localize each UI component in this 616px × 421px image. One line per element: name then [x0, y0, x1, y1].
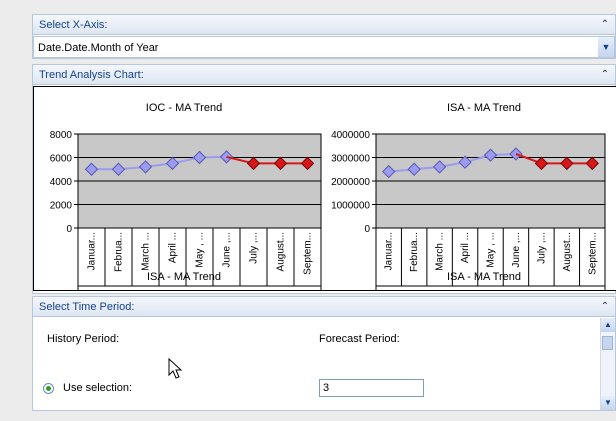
double-chevron-up-icon[interactable]: ⌃ — [595, 65, 615, 85]
x-tick-label: March ... — [435, 232, 446, 271]
y-tick-label: 8000 — [50, 130, 73, 141]
x-tick-label: Februa... — [114, 232, 125, 272]
mouse-cursor-icon — [168, 358, 183, 379]
y-tick-label: 2000 — [50, 201, 73, 212]
x-tick-label: May , ... — [486, 232, 497, 268]
chart-area: IOC - MA Trend 0 2000 4000 6000 8000 Januar...… — [33, 86, 616, 291]
chart-title: ISA - MA Trend — [447, 102, 521, 114]
double-chevron-up-icon[interactable]: ⌃ — [595, 15, 615, 35]
trend-chart-panel-title: Trend Analysis Chart: — [39, 69, 144, 81]
chart-title: IOC - MA Trend — [146, 102, 222, 114]
y-tick-label: 4000 — [50, 177, 73, 188]
x-tick-label: Septem... — [587, 232, 598, 275]
x-axis-dropdown[interactable]: Date.Date.Month of Year ▼ — [33, 36, 615, 58]
y-tick-label: 0 — [66, 224, 72, 235]
x-tick-label: May , ... — [195, 232, 206, 268]
forecast-period-label: Forecast Period: — [319, 333, 400, 345]
x-tick-label: July ,... — [536, 232, 547, 264]
y-tick-label: 0 — [364, 224, 370, 235]
x-tick-label: Septem... — [303, 232, 314, 275]
x-tick-label: July ,... — [249, 232, 260, 264]
chevron-down-icon[interactable]: ▼ — [598, 37, 614, 57]
y-tick-label: 3000000 — [331, 154, 370, 165]
use-selection-label: Use selection: — [63, 382, 133, 394]
x-tick-label: June ,... — [511, 232, 522, 268]
x-axis-panel-header[interactable]: Select X-Axis: ⌃ — [33, 15, 615, 35]
y-tick-label: 4000000 — [331, 130, 370, 141]
scroll-thumb[interactable] — [602, 336, 613, 350]
x-tick-label: August... — [562, 232, 573, 271]
time-period-panel: Select Time Period: ⌃ History Period: Fo… — [32, 296, 616, 411]
history-period-label: History Period: — [47, 333, 120, 345]
x-tick-label: Januar... — [384, 232, 395, 270]
x-axis-title: ISA - MA Trend — [447, 271, 521, 283]
x-tick-label: April ... — [168, 232, 179, 263]
x-tick-label: Februa... — [409, 232, 420, 272]
y-tick-label: 6000 — [50, 154, 73, 165]
x-axis-selected-value: Date.Date.Month of Year — [38, 42, 159, 54]
x-axis-panel-title: Select X-Axis: — [39, 19, 108, 31]
double-chevron-up-icon[interactable]: ⌃ — [595, 297, 615, 317]
use-selection-radio[interactable] — [43, 383, 54, 394]
x-tick-label: June ,... — [222, 232, 233, 268]
x-tick-label: March ... — [141, 232, 152, 271]
scroll-down-icon[interactable]: ▼ — [601, 396, 615, 410]
y-tick-label: 1000000 — [331, 201, 370, 212]
forecast-period-value: 3 — [323, 382, 330, 394]
time-period-scrollbar[interactable]: ▲ ▼ — [600, 318, 615, 410]
scroll-up-icon[interactable]: ▲ — [601, 318, 615, 332]
x-axis-panel: Select X-Axis: ⌃ Date.Date.Month of Year… — [32, 14, 616, 59]
time-period-panel-title: Select Time Period: — [39, 301, 135, 313]
x-tick-label: April ... — [460, 232, 471, 263]
time-period-panel-header[interactable]: Select Time Period: ⌃ — [33, 297, 615, 317]
x-tick-label: Januar... — [87, 232, 98, 270]
x-tick-label: August... — [276, 232, 287, 271]
trend-chart-panel-header[interactable]: Trend Analysis Chart: ⌃ — [33, 65, 615, 85]
trend-chart-panel: Trend Analysis Chart: ⌃ IOC - MA Trend 0 2… — [32, 64, 616, 294]
x-axis-title: ISA - MA Trend — [147, 271, 221, 283]
y-tick-label: 2000000 — [331, 177, 370, 188]
trend-charts-svg: IOC - MA Trend 0 2000 4000 6000 8000 Januar...… — [50, 102, 606, 290]
forecast-period-input[interactable]: 3 — [319, 379, 424, 397]
